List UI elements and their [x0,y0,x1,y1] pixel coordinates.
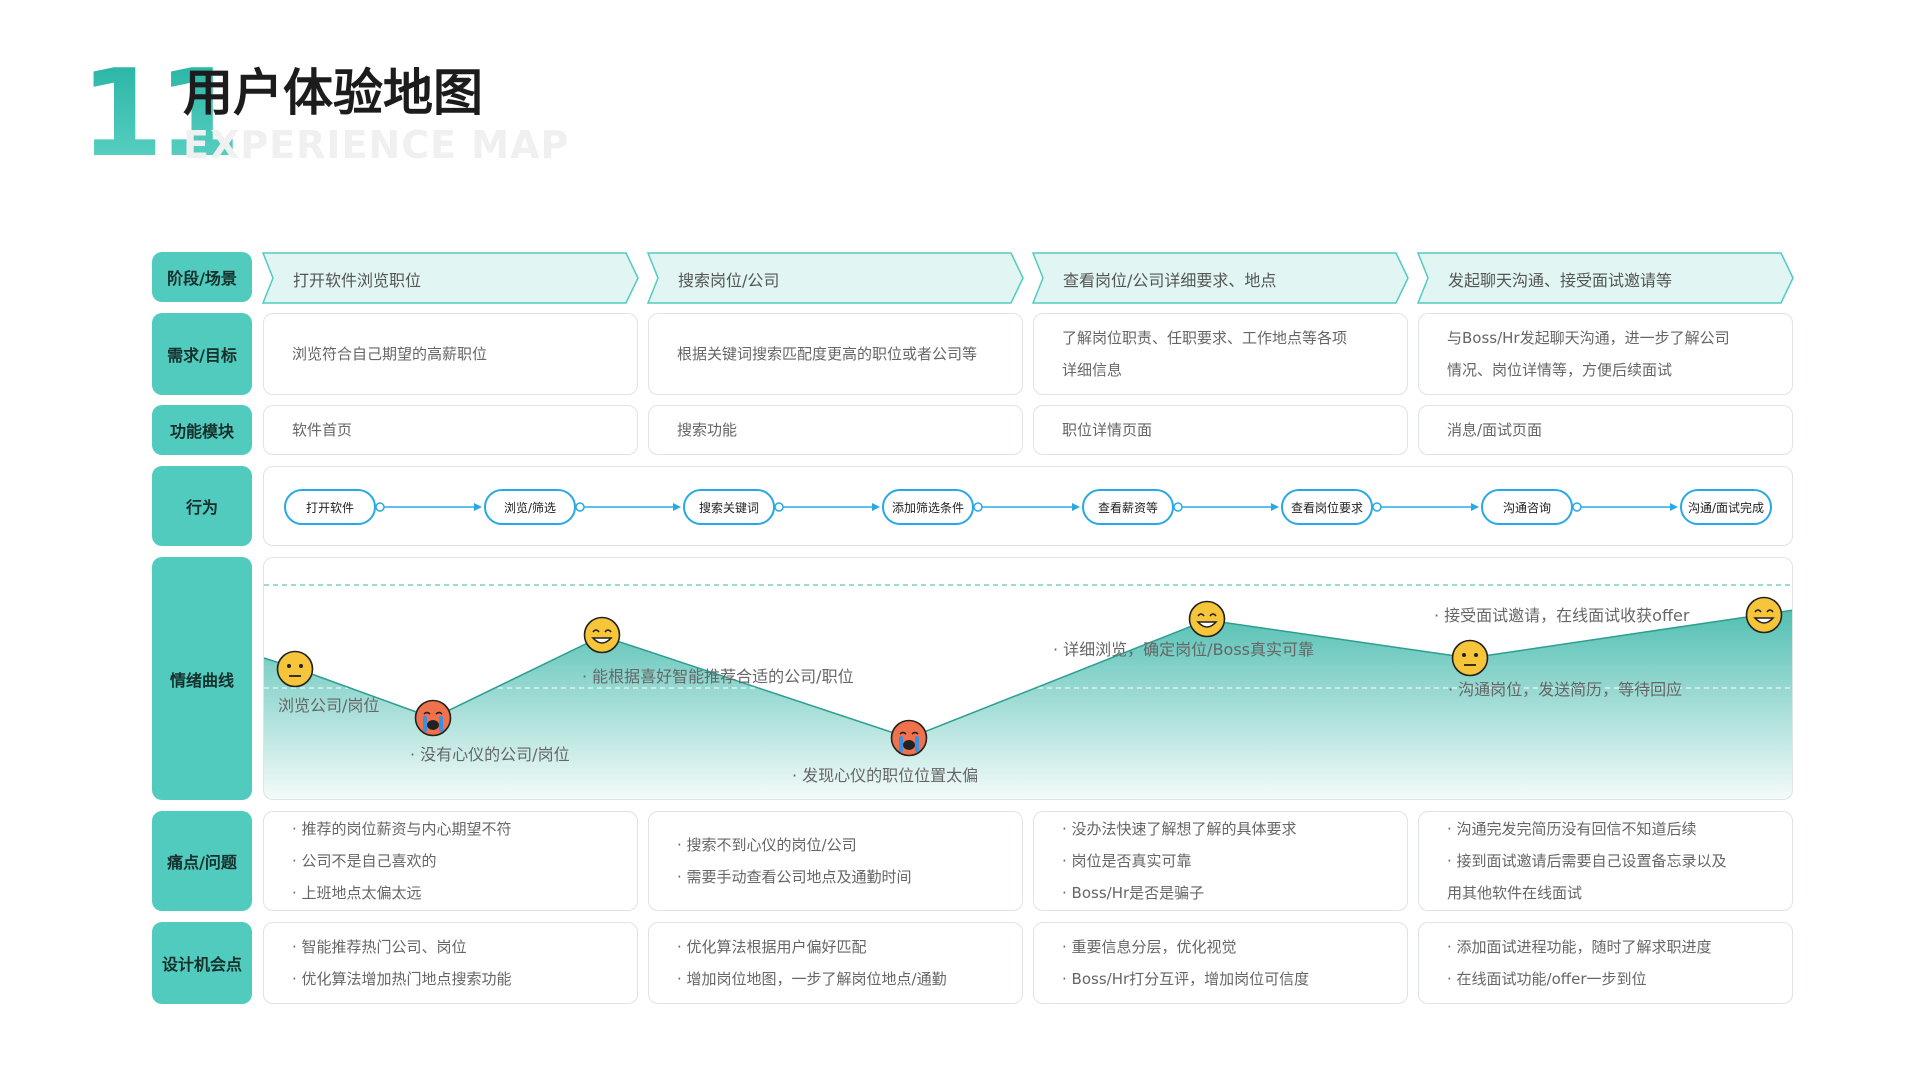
opportunity-text: · 重要信息分层，优化视觉 [1062,938,1237,956]
needs-text: 情况、岗位详情等，方便后续面试 [1447,361,1673,379]
opportunity-text: · 优化算法增加热门地点搜索功能 [292,970,512,988]
flow-arrowhead [673,503,681,511]
flow-connector-dot [774,502,784,512]
pain-text: · 需要手动查看公司地点及通勤时间 [677,868,912,886]
emotion-annotation-3: · 能根据喜好智能推荐合适的公司/职位 [582,667,854,686]
needs-text: 根据关键词搜索匹配度更高的职位或者公司等 [677,345,978,363]
page-subtitle: EXPERIENCE MAP [183,123,570,167]
stage-text-4: 发起聊天沟通、接受面试邀请等 [1448,271,1673,290]
flow-arrowhead [1072,503,1080,511]
crying-face-icon [414,699,452,741]
opportunity-cell-3: · 重要信息分层，优化视觉 · Boss/Hr打分互评，增加岗位可信度 [1033,922,1408,1004]
needs-cell-1: 浏览符合自己期望的高薪职位 [263,313,638,395]
emotion-annotation-7: · 接受面试邀请，在线面试收获offer [1434,606,1690,625]
module-text: 职位详情页面 [1062,421,1153,439]
pain-cell-2: · 搜索不到心仪的岗位/公司 · 需要手动查看公司地点及通勤时间 [648,811,1023,911]
pain-text: · 上班地点太偏太远 [292,884,422,902]
flow-connector-dot [1173,502,1183,512]
flow-connector-dot [973,502,983,512]
row-label-pain: 痛点/问题 [152,811,252,911]
opportunity-cell-2: · 优化算法根据用户偏好匹配 · 增加岗位地图，一步了解岗位地点/通勤 [648,922,1023,1004]
module-text: 搜索功能 [677,421,738,439]
flow-step-7: 沟通咨询 [1481,489,1573,525]
pain-cell-1: · 推荐的岗位薪资与内心期望不符 · 公司不是自己喜欢的 · 上班地点太偏太远 [263,811,638,911]
emotion-annotation-6: · 沟通岗位，发送简历，等待回应 [1448,680,1683,699]
opportunity-text: · 智能推荐热门公司、岗位 [292,938,467,956]
pain-cell-3: · 没办法快速了解想了解的具体要求 · 岗位是否真实可靠 · Boss/Hr是否… [1033,811,1408,911]
flow-arrowhead [1271,503,1279,511]
opportunity-text: · 增加岗位地图，一步了解岗位地点/通勤 [677,970,947,988]
pain-text: · 岗位是否真实可靠 [1062,852,1192,870]
page-title: 用户体验地图 [183,64,483,122]
emotion-annotation-4: · 发现心仪的职位位置太偏 [792,766,979,785]
neutral-face-icon [276,650,314,692]
flow-step-3: 搜索关键词 [683,489,775,525]
pain-text: · 公司不是自己喜欢的 [292,852,437,870]
flow-step-6: 查看岗位要求 [1281,489,1373,525]
opportunity-text: · 在线面试功能/offer一步到位 [1447,970,1647,988]
flow-step-8: 沟通/面试完成 [1680,489,1772,525]
stage-text-2: 搜索岗位/公司 [678,271,780,290]
row-label-modules: 功能模块 [152,405,252,455]
emotion-annotation-5: · 详细浏览，确定岗位/Boss真实可靠 [1053,640,1315,659]
stage-row: 打开软件浏览职位 搜索岗位/公司 查看岗位/公司详细要求、地点 发起聊天沟通、接… [261,252,1794,304]
emotion-annotation-1: 浏览公司/岗位 [278,696,380,715]
flow-arrowhead [872,503,880,511]
happy-face-icon [1745,596,1783,638]
stage-text-1: 打开软件浏览职位 [293,271,422,290]
needs-cell-2: 根据关键词搜索匹配度更高的职位或者公司等 [648,313,1023,395]
pain-text: 用其他软件在线面试 [1447,884,1583,902]
happy-face-icon [583,616,621,658]
module-text: 消息/面试页面 [1447,421,1543,439]
behavior-panel: 打开软件 浏览/筛选 搜索关键词 添加筛选条件 查看薪资等 查看岗位要求 沟通咨… [263,466,1793,546]
needs-text: 了解岗位职责、任职要求、工作地点等各项 [1062,329,1348,347]
emotion-area [264,610,1792,799]
row-label-opportunity: 设计机会点 [152,922,252,1004]
module-cell-3: 职位详情页面 [1033,405,1408,455]
opportunity-text: · 优化算法根据用户偏好匹配 [677,938,867,956]
pain-text: · 接到面试邀请后需要自己设置备忘录以及 [1447,852,1727,870]
opportunity-cell-1: · 智能推荐热门公司、岗位 · 优化算法增加热门地点搜索功能 [263,922,638,1004]
flow-connector-dot [375,502,385,512]
row-label-emotion: 情绪曲线 [152,557,252,800]
emotion-annotation-2: · 没有心仪的公司/岗位 [410,745,570,764]
opportunity-text: · Boss/Hr打分互评，增加岗位可信度 [1062,970,1310,988]
opportunity-text: · 添加面试进程功能，随时了解求职进度 [1447,938,1712,956]
pain-text: · 没办法快速了解想了解的具体要求 [1062,820,1297,838]
pain-text: · 推荐的岗位薪资与内心期望不符 [292,820,512,838]
flow-step-4: 添加筛选条件 [882,489,974,525]
needs-text: 与Boss/Hr发起聊天沟通，进一步了解公司 [1447,329,1730,347]
flow-arrowhead [1471,503,1479,511]
emotion-panel: 浏览公司/岗位 · 没有心仪的公司/岗位 · 能根据喜好智能推荐合适的公司/职位… [263,557,1793,800]
pain-text: · Boss/Hr是否是骗子 [1062,884,1205,902]
pain-text: · 沟通完发完简历没有回信不知道后续 [1447,820,1697,838]
pain-cell-4: · 沟通完发完简历没有回信不知道后续 · 接到面试邀请后需要自己设置备忘录以及 … [1418,811,1793,911]
flow-step-1: 打开软件 [284,489,376,525]
needs-cell-4: 与Boss/Hr发起聊天沟通，进一步了解公司 情况、岗位详情等，方便后续面试 [1418,313,1793,395]
row-label-behavior: 行为 [152,466,252,546]
row-label-needs: 需求/目标 [152,313,252,395]
row-label-stage: 阶段/场景 [152,252,252,302]
module-text: 软件首页 [292,421,353,439]
flow-arrowhead [1670,503,1678,511]
needs-text: 详细信息 [1062,361,1123,379]
module-cell-2: 搜索功能 [648,405,1023,455]
opportunity-cell-4: · 添加面试进程功能，随时了解求职进度 · 在线面试功能/offer一步到位 [1418,922,1793,1004]
flow-connector-dot [1372,502,1382,512]
flow-step-5: 查看薪资等 [1082,489,1174,525]
neutral-face-icon [1451,639,1489,681]
module-cell-4: 消息/面试页面 [1418,405,1793,455]
flow-connector-dot [575,502,585,512]
flow-arrowhead [474,503,482,511]
pain-text: · 搜索不到心仪的岗位/公司 [677,836,857,854]
stage-text-3: 查看岗位/公司详细要求、地点 [1063,271,1277,290]
module-cell-1: 软件首页 [263,405,638,455]
crying-face-icon [890,719,928,761]
flow-step-2: 浏览/筛选 [484,489,576,525]
needs-text: 浏览符合自己期望的高薪职位 [292,345,488,363]
needs-cell-3: 了解岗位职责、任职要求、工作地点等各项 详细信息 [1033,313,1408,395]
flow-connector-dot [1572,502,1582,512]
